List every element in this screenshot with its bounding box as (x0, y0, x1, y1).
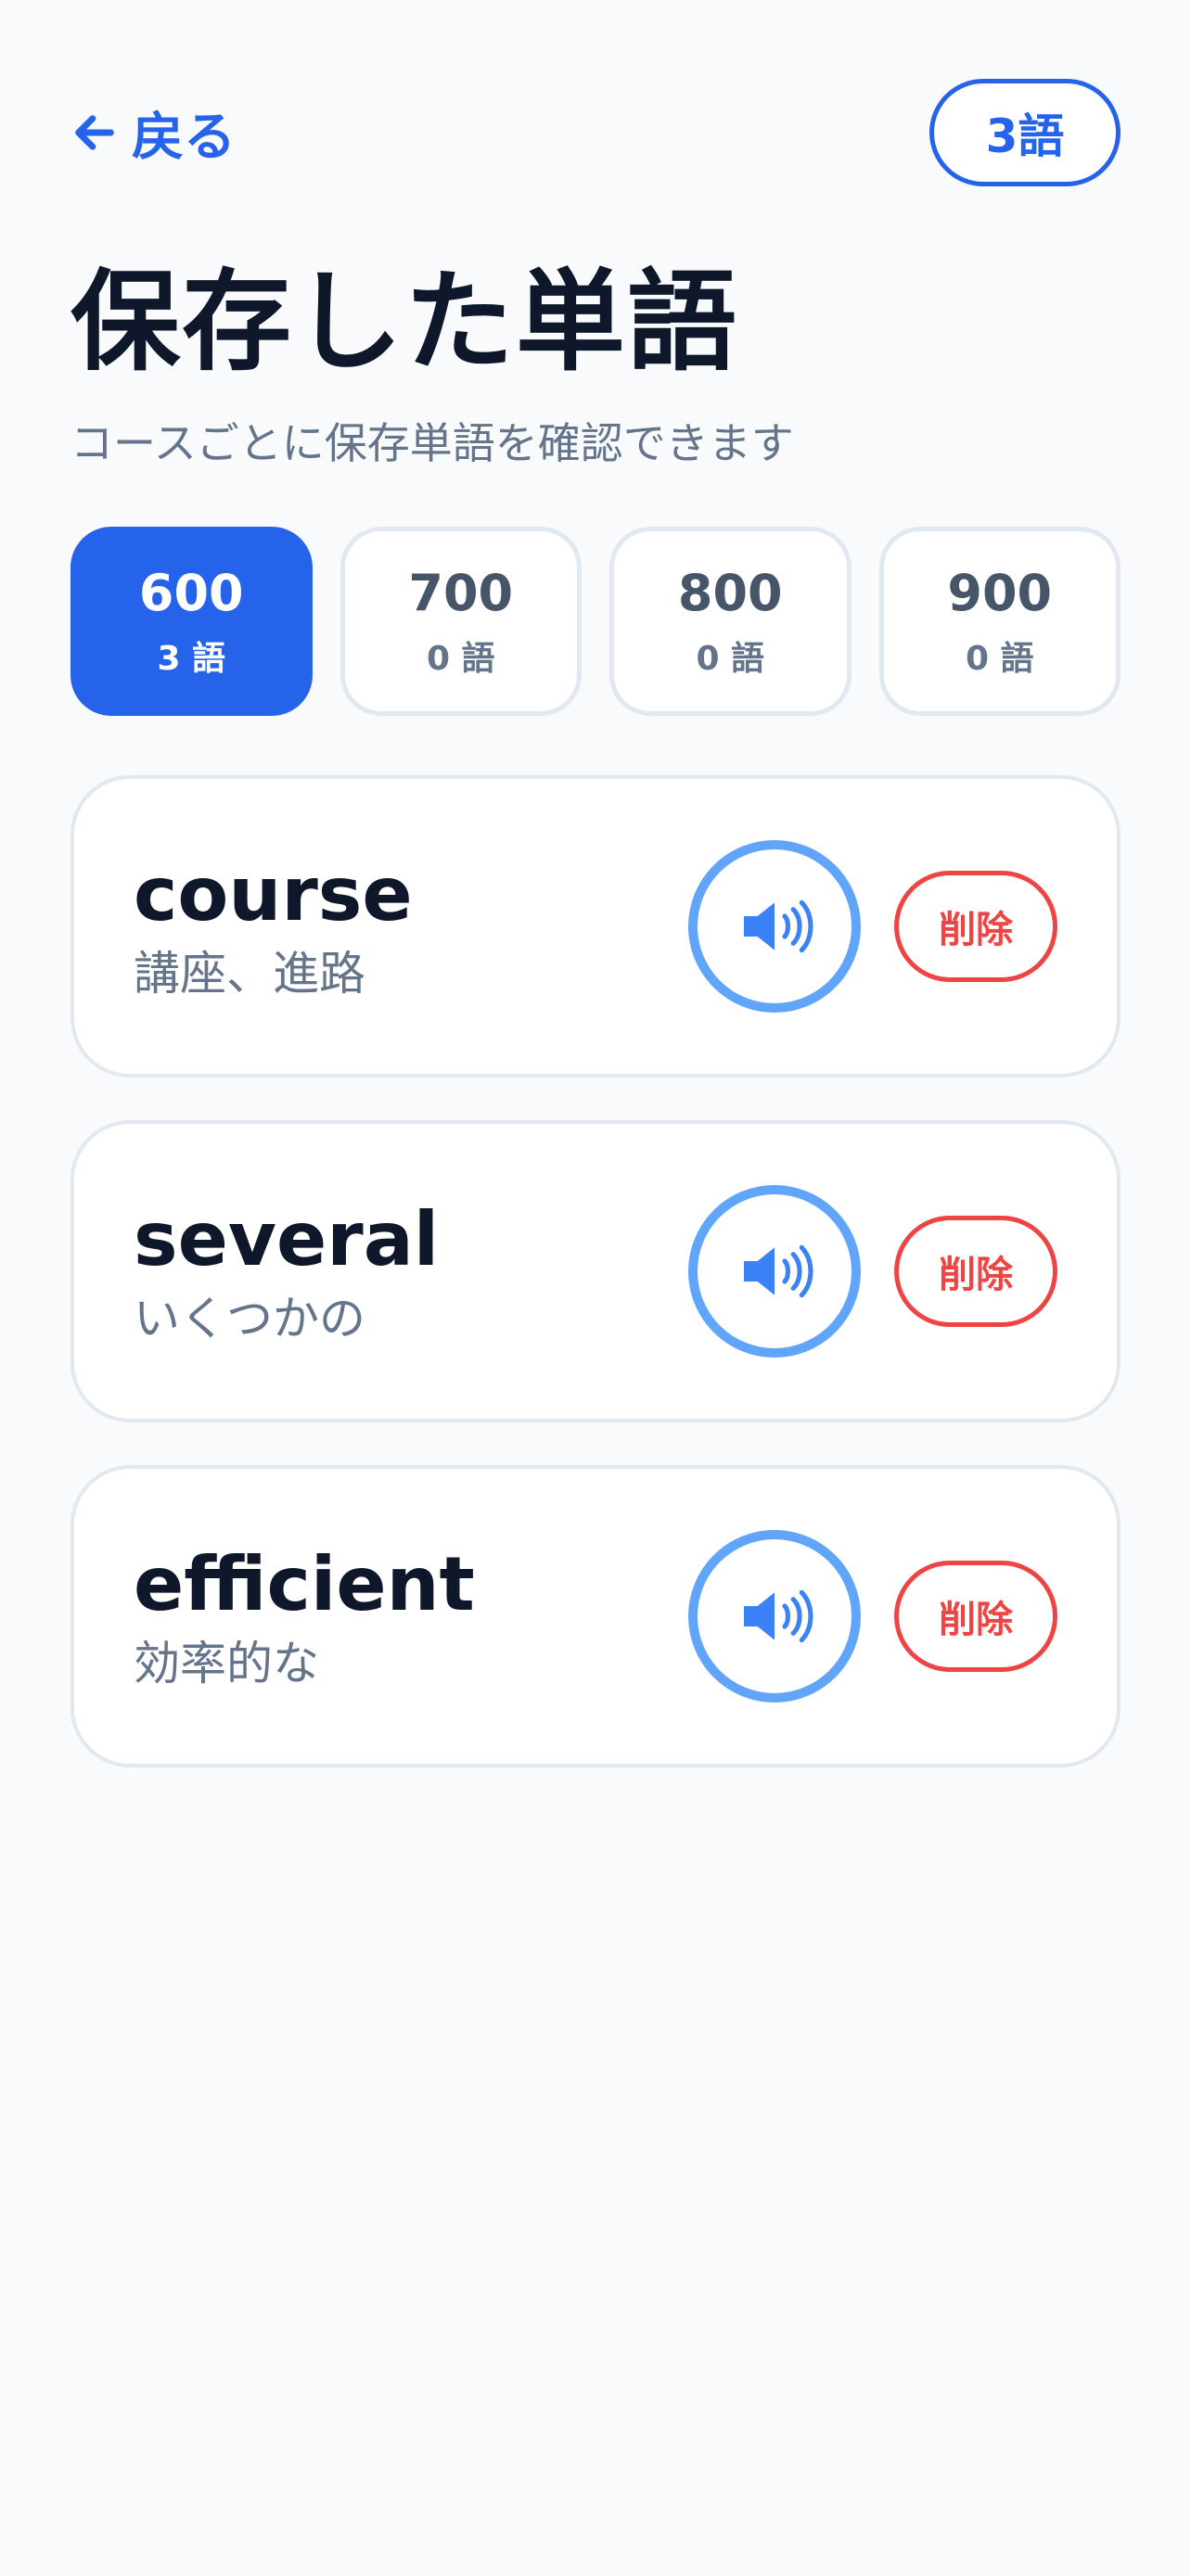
course-level: 900 (947, 564, 1053, 622)
page-title: 保存した単語 (70, 258, 739, 386)
saved-words-screen: 戻る 3語 保存した単語 コースごとに保存単語を確認できます 600 3 語 7… (0, 0, 1191, 2576)
speak-button[interactable] (688, 1185, 861, 1358)
word-text: course 講座、進路 (134, 850, 688, 1002)
word-english: course (134, 851, 413, 937)
word-japanese: 効率的な (134, 1637, 319, 1690)
saved-count-badge: 3語 (929, 79, 1121, 186)
arrow-left-icon (75, 115, 114, 150)
speaker-icon (744, 1244, 813, 1298)
word-card: course 講座、進路 削除 (70, 775, 1121, 1078)
speak-button[interactable] (688, 840, 861, 1013)
course-count: 0 語 (696, 640, 765, 678)
course-tab-700[interactable]: 700 0 語 (339, 527, 582, 716)
course-count: 0 語 (426, 640, 495, 678)
speak-button[interactable] (688, 1530, 861, 1702)
delete-button[interactable]: 削除 (894, 871, 1057, 982)
delete-button[interactable]: 削除 (894, 1561, 1057, 1672)
word-english: efficient (134, 1541, 475, 1627)
course-count: 3 語 (157, 640, 226, 678)
course-level: 700 (408, 564, 514, 622)
speaker-icon (744, 1589, 813, 1643)
word-text: several いくつかの (134, 1195, 688, 1347)
course-count: 0 語 (965, 640, 1034, 678)
speaker-icon (744, 899, 813, 953)
delete-button[interactable]: 削除 (894, 1216, 1057, 1327)
word-text: efficient 効率的な (134, 1540, 688, 1692)
word-japanese: 講座、進路 (134, 947, 365, 1001)
word-card: efficient 効率的な 削除 (70, 1465, 1121, 1767)
saved-word-list: course 講座、進路 削除 several いくつかの 削除 efficie… (70, 775, 1121, 1810)
course-tab-800[interactable]: 800 0 語 (609, 527, 852, 716)
course-tab-900[interactable]: 900 0 語 (878, 527, 1121, 716)
word-japanese: いくつかの (134, 1292, 365, 1345)
back-button[interactable]: 戻る (70, 96, 236, 171)
word-card: several いくつかの 削除 (70, 1120, 1121, 1422)
course-tab-600[interactable]: 600 3 語 (70, 527, 313, 716)
page-subtitle: コースごとに保存単語を確認できます (70, 418, 794, 468)
course-level: 600 (138, 564, 244, 622)
back-label: 戻る (132, 107, 236, 168)
course-tabs: 600 3 語 700 0 語 800 0 語 900 0 語 (70, 527, 1121, 716)
course-level: 800 (677, 564, 783, 622)
top-bar: 戻る 3語 (70, 78, 1121, 187)
word-english: several (134, 1196, 440, 1282)
